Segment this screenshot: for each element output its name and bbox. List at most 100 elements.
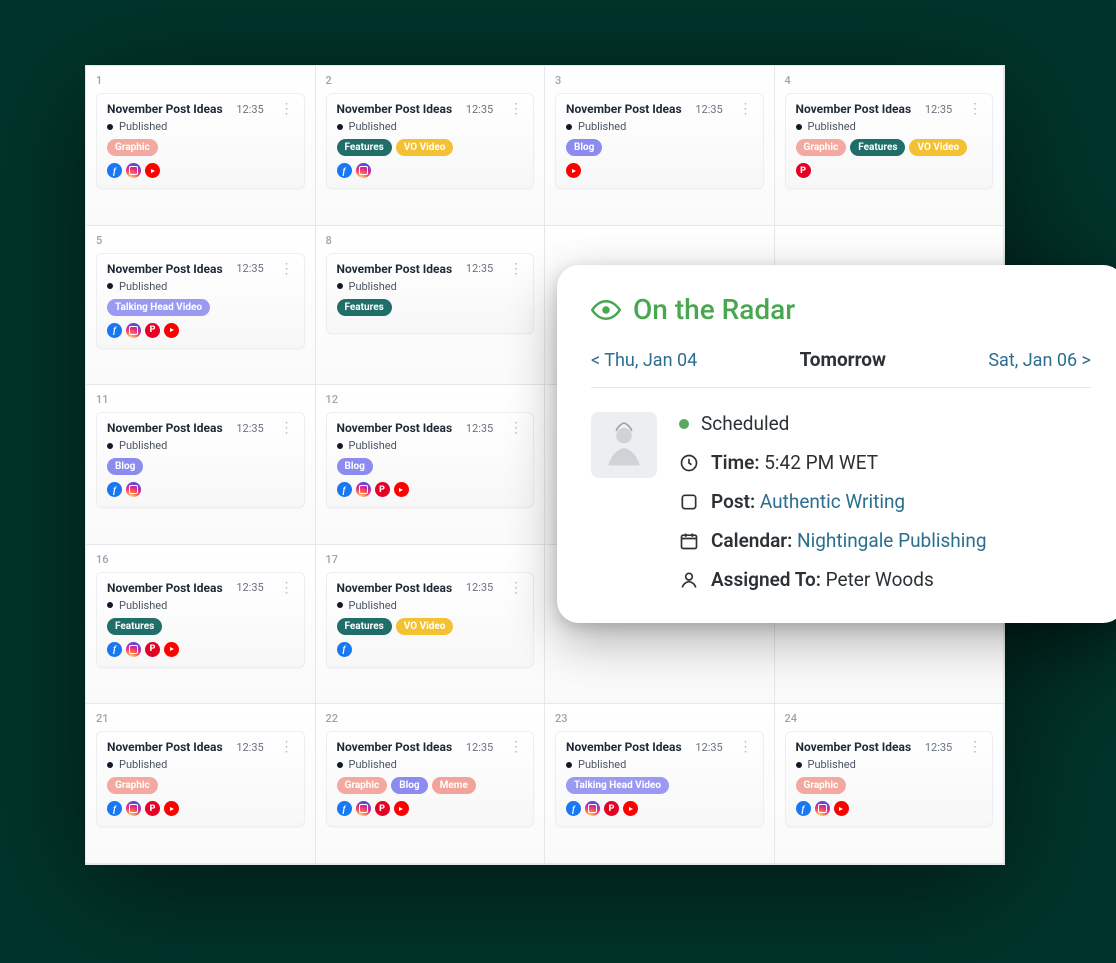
youtube-icon bbox=[164, 642, 179, 657]
card-title: November Post Ideas bbox=[107, 262, 223, 276]
day-number: 23 bbox=[555, 712, 764, 725]
tag-row: Talking Head Video bbox=[566, 777, 753, 794]
card-status: Published bbox=[107, 120, 294, 133]
facebook-icon: f bbox=[337, 801, 352, 816]
day-number: 24 bbox=[785, 712, 994, 725]
card-menu-icon[interactable]: ⋮ bbox=[507, 583, 523, 593]
card-title: November Post Ideas bbox=[107, 740, 223, 754]
calendar-cell[interactable]: 2 November Post Ideas12:35⋮PublishedFeatu… bbox=[316, 66, 546, 226]
pinterest-icon: P bbox=[145, 323, 160, 338]
tag-blog: Blog bbox=[391, 777, 427, 794]
post-card[interactable]: November Post Ideas12:35⋮PublishedGraphi… bbox=[326, 731, 535, 827]
card-menu-icon[interactable]: ⋮ bbox=[507, 423, 523, 433]
calendar-cell[interactable]: 22November Post Ideas12:35⋮PublishedGrap… bbox=[316, 704, 546, 864]
calendar-cell[interactable]: 11November Post Ideas12:35⋮PublishedBlog… bbox=[86, 385, 316, 545]
status-text: Published bbox=[349, 280, 397, 293]
post-card[interactable]: November Post Ideas12:35⋮PublishedFeatur… bbox=[326, 253, 535, 334]
on-the-radar-panel: On the Radar < Thu, Jan 04 Tomorrow Sat,… bbox=[557, 265, 1116, 623]
tag-graphic: Graphic bbox=[107, 777, 158, 794]
status-dot-icon bbox=[566, 124, 572, 130]
status-dot-icon bbox=[796, 762, 802, 768]
calendar-cell[interactable]: 23November Post Ideas12:35⋮PublishedTalk… bbox=[545, 704, 775, 864]
card-menu-icon[interactable]: ⋮ bbox=[277, 264, 293, 274]
radar-post-link[interactable]: Authentic Writing bbox=[760, 490, 905, 513]
card-title: November Post Ideas bbox=[337, 102, 453, 116]
card-menu-icon[interactable]: ⋮ bbox=[507, 104, 523, 114]
tag-row: Talking Head Video bbox=[107, 299, 294, 316]
tag-row: FeaturesVO Video bbox=[337, 139, 524, 156]
status-dot-icon bbox=[566, 762, 572, 768]
tag-row: Blog bbox=[566, 139, 753, 156]
radar-next-day[interactable]: Sat, Jan 06 > bbox=[988, 350, 1091, 371]
calendar-cell[interactable]: 24 November Post Ideas12:35⋮PublishedGrap… bbox=[775, 704, 1005, 864]
eye-icon bbox=[591, 295, 621, 325]
status-text: Published bbox=[119, 599, 167, 612]
radar-prev-day[interactable]: < Thu, Jan 04 bbox=[591, 350, 697, 371]
card-menu-icon[interactable]: ⋮ bbox=[277, 104, 293, 114]
post-card[interactable]: November Post Ideas12:35⋮PublishedBlogf bbox=[96, 412, 305, 508]
card-time: 12:35 bbox=[466, 422, 493, 435]
card-title: November Post Ideas bbox=[796, 740, 912, 754]
post-card[interactable]: November Post Ideas12:35⋮PublishedBlog bbox=[555, 93, 764, 189]
status-dot-icon bbox=[107, 762, 113, 768]
card-menu-icon[interactable]: ⋮ bbox=[507, 264, 523, 274]
post-card[interactable]: November Post Ideas12:35⋮PublishedTalkin… bbox=[555, 731, 764, 827]
card-time: 12:35 bbox=[925, 103, 952, 116]
status-text: Published bbox=[578, 758, 626, 771]
card-menu-icon[interactable]: ⋮ bbox=[736, 742, 752, 752]
calendar-cell[interactable]: 5November Post Ideas12:35⋮PublishedTalki… bbox=[86, 226, 316, 386]
post-card[interactable]: November Post Ideas12:35⋮PublishedTalkin… bbox=[96, 253, 305, 349]
youtube-icon bbox=[164, 323, 179, 338]
calendar-icon bbox=[679, 531, 699, 551]
calendar-cell[interactable]: 1November Post Ideas12:35⋮PublishedGraph… bbox=[86, 66, 316, 226]
pinterest-icon: P bbox=[375, 482, 390, 497]
status-text: Published bbox=[349, 439, 397, 452]
post-card[interactable]: November Post Ideas12:35⋮PublishedGraphi… bbox=[96, 93, 305, 189]
tag-thv: Talking Head Video bbox=[566, 777, 669, 794]
social-icons: fP bbox=[107, 801, 294, 816]
post-card[interactable]: November Post Ideas12:35⋮PublishedFeatur… bbox=[326, 93, 535, 189]
calendar-cell[interactable]: 17November Post Ideas12:35⋮PublishedFeat… bbox=[316, 545, 546, 705]
card-menu-icon[interactable]: ⋮ bbox=[277, 742, 293, 752]
card-status: Published bbox=[107, 439, 294, 452]
tag-row: FeaturesVO Video bbox=[337, 618, 524, 635]
facebook-icon: f bbox=[337, 482, 352, 497]
post-card[interactable]: November Post Ideas12:35⋮PublishedGraphi… bbox=[785, 731, 994, 827]
status-dot-icon bbox=[337, 283, 343, 289]
calendar-cell[interactable]: 21November Post Ideas12:35⋮PublishedGrap… bbox=[86, 704, 316, 864]
day-number: 2 bbox=[326, 74, 535, 87]
calendar-cell[interactable]: 3November Post Ideas12:35⋮PublishedBlog bbox=[545, 66, 775, 226]
post-card[interactable]: November Post Ideas12:35⋮PublishedFeatur… bbox=[326, 572, 535, 668]
facebook-icon: f bbox=[107, 801, 122, 816]
day-number: 16 bbox=[96, 553, 305, 566]
card-menu-icon[interactable]: ⋮ bbox=[277, 423, 293, 433]
instagram-icon bbox=[815, 801, 830, 816]
card-menu-icon[interactable]: ⋮ bbox=[507, 742, 523, 752]
post-card[interactable]: November Post Ideas12:35⋮PublishedFeatur… bbox=[96, 572, 305, 668]
radar-post-row: Post: Authentic Writing bbox=[679, 490, 1091, 513]
card-menu-icon[interactable]: ⋮ bbox=[736, 104, 752, 114]
day-number: 21 bbox=[96, 712, 305, 725]
user-icon bbox=[679, 570, 699, 590]
card-title: November Post Ideas bbox=[337, 421, 453, 435]
post-card[interactable]: November Post Ideas12:35⋮PublishedBlogfP bbox=[326, 412, 535, 508]
radar-calendar-link[interactable]: Nightingale Publishing bbox=[797, 529, 986, 552]
card-status: Published bbox=[337, 439, 524, 452]
card-menu-icon[interactable]: ⋮ bbox=[966, 104, 982, 114]
tag-row: Graphic bbox=[796, 777, 983, 794]
instagram-icon bbox=[126, 482, 141, 497]
calendar-cell[interactable]: 4November Post Ideas12:35⋮PublishedGraph… bbox=[775, 66, 1005, 226]
facebook-icon: f bbox=[107, 642, 122, 657]
card-time: 12:35 bbox=[236, 741, 263, 754]
tag-graphic: Graphic bbox=[796, 777, 847, 794]
card-menu-icon[interactable]: ⋮ bbox=[277, 583, 293, 593]
social-icons: fP bbox=[107, 323, 294, 338]
post-card[interactable]: November Post Ideas12:35⋮PublishedGraphi… bbox=[96, 731, 305, 827]
calendar-cell[interactable]: 16November Post Ideas12:35⋮PublishedFeat… bbox=[86, 545, 316, 705]
tag-vo: VO Video bbox=[909, 139, 967, 156]
card-time: 12:35 bbox=[466, 262, 493, 275]
calendar-cell[interactable]: 12November Post Ideas12:35⋮PublishedBlog… bbox=[316, 385, 546, 545]
post-card[interactable]: November Post Ideas12:35⋮PublishedGraphi… bbox=[785, 93, 994, 189]
card-menu-icon[interactable]: ⋮ bbox=[966, 742, 982, 752]
calendar-cell[interactable]: 8November Post Ideas12:35⋮PublishedFeatu… bbox=[316, 226, 546, 386]
